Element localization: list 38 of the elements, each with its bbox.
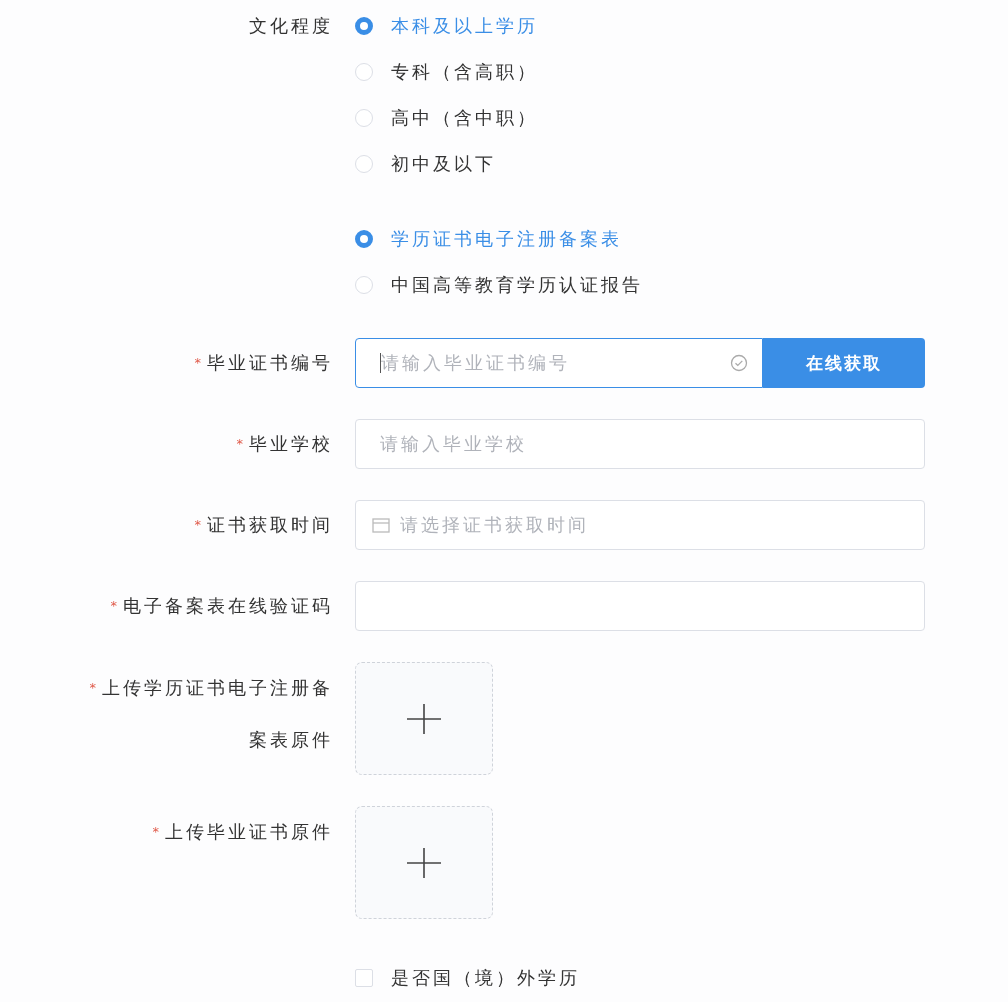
plus-icon <box>407 703 441 734</box>
required-mark: * <box>194 517 201 532</box>
option-label[interactable]: 学历证书电子注册备案表 <box>391 227 622 251</box>
plus-icon <box>407 847 441 878</box>
field-label: 上传毕业证书原件 <box>165 821 333 842</box>
placeholder-text: 请输入毕业证书编号 <box>381 351 571 375</box>
required-mark: * <box>152 824 159 839</box>
field-label: 证书获取时间 <box>207 514 333 535</box>
placeholder-text: 请选择证书获取时间 <box>400 513 590 537</box>
option-label[interactable]: 专科（含高职） <box>391 60 538 84</box>
text-cursor <box>380 353 381 373</box>
text-field[interactable]: 请输入毕业证书编号 <box>355 338 763 388</box>
placeholder-text: 请输入毕业学校 <box>380 432 528 456</box>
radio-button[interactable] <box>355 230 373 248</box>
field-label: 毕业证书编号 <box>207 352 333 373</box>
required-mark: * <box>194 355 201 370</box>
option-label[interactable]: 中国高等教育学历认证报告 <box>391 273 643 297</box>
option-label[interactable]: 高中（含中职） <box>391 106 538 130</box>
checkbox[interactable] <box>355 969 373 987</box>
required-mark: * <box>236 436 243 451</box>
text-field[interactable]: 请选择证书获取时间 <box>355 500 925 550</box>
check-circle-icon <box>730 354 748 372</box>
option-label[interactable]: 初中及以下 <box>391 152 496 176</box>
required-mark: * <box>110 598 117 613</box>
upload-box[interactable] <box>355 662 493 775</box>
field-label: 文化程度 <box>249 15 333 36</box>
text-field[interactable]: 请输入毕业学校 <box>355 419 925 469</box>
upload-box[interactable] <box>355 806 493 919</box>
required-mark: * <box>89 680 96 695</box>
calendar-icon <box>372 517 390 533</box>
fetch-online-button[interactable]: 在线获取 <box>763 338 925 388</box>
field-label: 电子备案表在线验证码 <box>123 595 333 616</box>
text-field[interactable] <box>355 581 925 631</box>
field-label: 毕业学校 <box>249 433 333 454</box>
field-label: 上传学历证书电子注册备案表原件 <box>102 677 333 750</box>
radio-button[interactable] <box>355 17 373 35</box>
checkbox-label[interactable]: 是否国（境）外学历 <box>391 966 580 990</box>
option-label[interactable]: 本科及以上学历 <box>391 14 538 38</box>
